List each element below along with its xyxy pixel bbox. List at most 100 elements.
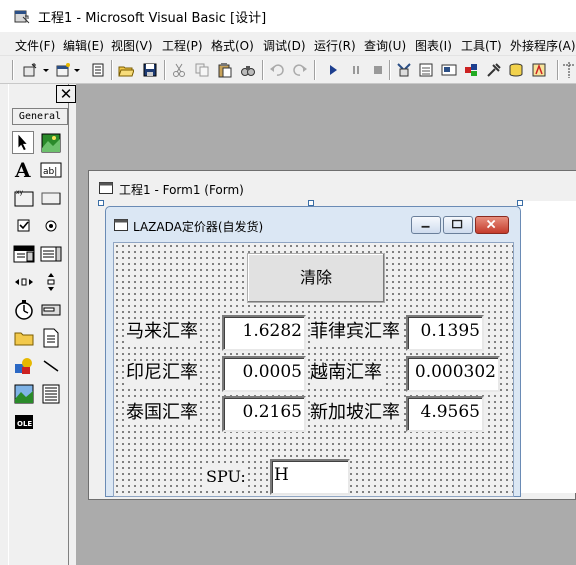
pointer-icon <box>18 134 27 151</box>
maximize-icon <box>452 219 463 229</box>
drivelistbox-icon[interactable] <box>40 299 62 321</box>
dirlistbox-icon[interactable] <box>13 327 35 349</box>
lazada-form-title: LAZADA定价器(自发货) <box>133 220 264 234</box>
resize-handle-top-right[interactable] <box>517 200 523 206</box>
form-designer-window: 工程1 - Form1 (Form) LAZADA定价器(自发货) 清除 马来汇… <box>88 170 576 500</box>
form-canvas-background <box>519 201 576 493</box>
menu-file[interactable]: 文件(F) <box>15 37 55 54</box>
shape-icon[interactable] <box>13 355 35 377</box>
vb-project-icon <box>14 10 30 24</box>
crosshair-icon <box>563 62 575 78</box>
close-button[interactable] <box>475 216 509 234</box>
menu-run[interactable]: 运行(R) <box>314 37 356 54</box>
myr-rate-label: 马来汇率 <box>126 320 198 344</box>
vscrollbar-icon[interactable] <box>40 271 62 293</box>
properties-window-icon[interactable] <box>418 62 434 78</box>
listbox-icon[interactable] <box>40 243 62 265</box>
menu-diagram[interactable]: 图表(I) <box>415 37 452 54</box>
line-icon[interactable] <box>40 355 62 377</box>
menu-editor-icon[interactable] <box>90 62 106 78</box>
object-browser-icon[interactable] <box>463 62 479 78</box>
form-designer-title: 工程1 - Form1 (Form) <box>119 183 244 197</box>
menu-tools[interactable]: 工具(T) <box>461 37 502 54</box>
toolbox-tab-general[interactable]: General <box>12 108 68 125</box>
timer-icon[interactable] <box>13 299 35 321</box>
menu-view[interactable]: 视图(V) <box>111 37 153 54</box>
redo-icon[interactable] <box>292 62 308 78</box>
commandbutton-icon[interactable] <box>40 187 62 209</box>
add-form-icon[interactable] <box>55 62 71 78</box>
thb-rate-label: 泰国汇率 <box>126 401 198 425</box>
menu-query[interactable]: 查询(U) <box>364 37 406 54</box>
save-icon[interactable] <box>142 62 158 78</box>
picturebox-icon[interactable] <box>40 132 62 154</box>
find-icon[interactable] <box>240 62 256 78</box>
pointer-tool[interactable] <box>12 131 34 154</box>
pause-icon[interactable] <box>348 62 364 78</box>
data-view-icon[interactable] <box>508 62 524 78</box>
resize-handle-top-left[interactable] <box>98 200 104 206</box>
form-designer-title-bar: 工程1 - Form1 (Form) <box>89 171 576 203</box>
textbox-icon[interactable]: ab| <box>40 159 62 181</box>
form-layout-icon[interactable] <box>441 62 457 78</box>
chevron-down-icon[interactable] <box>73 62 81 78</box>
toolbox-icon[interactable] <box>486 62 502 78</box>
vnd-rate-label: 越南汇率 <box>310 361 382 385</box>
data-icon[interactable] <box>40 383 62 405</box>
menu-addins[interactable]: 外接程序(A) <box>510 37 576 54</box>
hscrollbar-icon[interactable] <box>13 271 35 293</box>
close-icon <box>486 219 496 229</box>
sgd-rate-label: 新加坡汇率 <box>310 401 400 425</box>
stop-icon[interactable] <box>370 62 386 78</box>
menu-edit[interactable]: 编辑(E) <box>63 37 104 54</box>
project-explorer-icon[interactable] <box>396 62 412 78</box>
idr-rate-input[interactable]: 0.0005 <box>222 356 306 392</box>
svg-text:OLE: OLE <box>17 420 32 428</box>
spu-input[interactable]: H <box>270 459 350 495</box>
app-title: 工程1 - Microsoft Visual Basic [设计] <box>38 11 267 26</box>
standard-toolbar <box>0 56 576 84</box>
ole-icon[interactable]: OLE <box>13 411 35 433</box>
form-icon <box>99 182 113 194</box>
clear-button[interactable]: 清除 <box>247 253 385 303</box>
copy-icon[interactable] <box>194 62 210 78</box>
thb-rate-input[interactable]: 0.2165 <box>222 396 306 432</box>
chevron-down-icon[interactable] <box>42 62 50 78</box>
menu-format[interactable]: 格式(O) <box>211 37 254 54</box>
add-project-icon[interactable] <box>22 62 38 78</box>
image-icon[interactable] <box>13 383 35 405</box>
minimize-button[interactable] <box>411 216 441 234</box>
sgd-rate-input[interactable]: 4.9565 <box>406 396 484 432</box>
app-title-bar: 工程1 - Microsoft Visual Basic [设计] <box>0 0 576 32</box>
myr-rate-input[interactable]: 1.6282 <box>222 315 306 351</box>
cut-icon[interactable] <box>171 62 187 78</box>
form-client-area: 清除 马来汇率 1.6282 菲律宾汇率 0.1395 印尼汇率 0.0005 … <box>113 242 514 497</box>
form-icon <box>114 219 128 231</box>
menu-debug[interactable]: 调试(D) <box>263 37 306 54</box>
frame-icon[interactable]: xy <box>13 187 35 209</box>
php-rate-input[interactable]: 0.1395 <box>406 315 484 351</box>
optionbutton-icon[interactable] <box>40 215 62 237</box>
php-rate-label: 菲律宾汇率 <box>310 320 400 344</box>
undo-icon[interactable] <box>269 62 285 78</box>
run-icon[interactable] <box>325 62 341 78</box>
svg-text:xy: xy <box>16 189 24 196</box>
idr-rate-label: 印尼汇率 <box>126 361 198 385</box>
toolbox-close-button[interactable]: ✕ <box>56 85 76 103</box>
menu-bar: 文件(F) 编辑(E) 视图(V) 工程(P) 格式(O) 调试(D) 运行(R… <box>0 32 576 56</box>
maximize-button[interactable] <box>443 216 473 234</box>
checkbox-icon[interactable] <box>13 215 35 237</box>
paste-icon[interactable] <box>217 62 233 78</box>
combobox-icon[interactable] <box>13 243 35 265</box>
toolbox-panel: ✕ General A ab| xy OLE <box>8 84 76 565</box>
vnd-rate-input[interactable]: 0.000302 <box>406 356 500 392</box>
menu-project[interactable]: 工程(P) <box>162 37 203 54</box>
svg-text:A: A <box>14 159 31 181</box>
lazada-form[interactable]: LAZADA定价器(自发货) 清除 马来汇率 1.6282 菲律宾汇率 0.13… <box>105 206 521 497</box>
label-icon[interactable]: A <box>13 159 35 181</box>
filelistbox-icon[interactable] <box>40 327 62 349</box>
component-manager-icon[interactable] <box>531 62 547 78</box>
minimize-icon <box>421 225 430 228</box>
svg-text:ab|: ab| <box>43 167 57 177</box>
open-icon[interactable] <box>118 62 134 78</box>
